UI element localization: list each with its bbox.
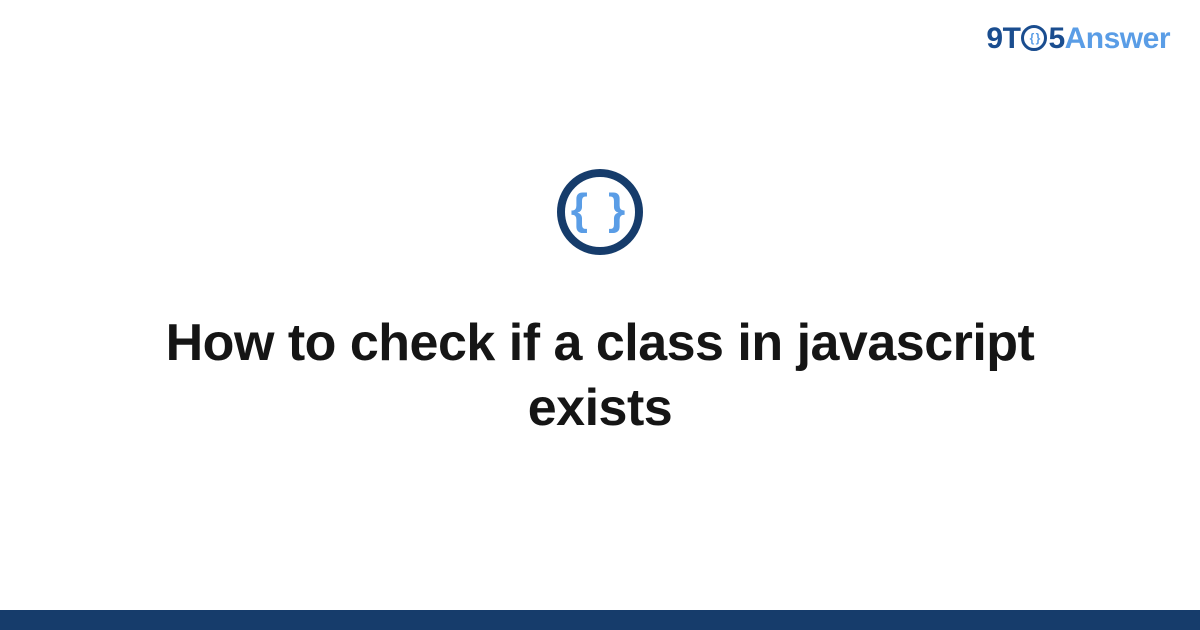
page-title: How to check if a class in javascript ex… [150, 311, 1050, 441]
braces-icon: { } [571, 188, 629, 232]
main-content: { } How to check if a class in javascrip… [0, 0, 1200, 610]
footer-accent-bar [0, 610, 1200, 630]
category-icon: { } [557, 169, 643, 255]
